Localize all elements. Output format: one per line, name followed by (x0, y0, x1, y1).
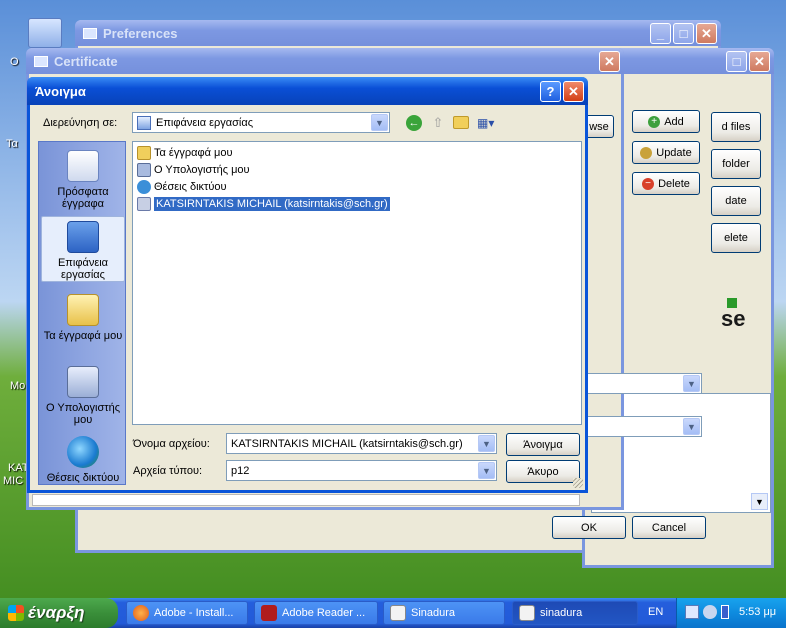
certificate-titlebar[interactable]: Certificate ✕ (26, 48, 624, 74)
close-button[interactable]: ✕ (599, 51, 620, 72)
window-icon (83, 27, 97, 39)
update-partial-button[interactable]: date (711, 186, 761, 216)
desktop-label: Mo (10, 380, 26, 392)
open-dialog-title: Άνοιγμα (35, 83, 86, 99)
list-item[interactable]: KATSIRNTAKIS MICHAIL (katsirntakis@sch.g… (137, 196, 390, 212)
place-network[interactable]: Θέσεις δικτύου (41, 432, 125, 484)
taskbar-item-sinadura[interactable]: Sinadura (383, 601, 505, 625)
logo-green-mark (727, 298, 737, 308)
close-button[interactable]: ✕ (696, 23, 717, 44)
ok-button[interactable]: OK (552, 516, 626, 539)
logo-text: se (721, 306, 746, 331)
up-folder-icon[interactable]: ⇧ (430, 115, 446, 131)
lookin-label: Διερεύνηση σε: (43, 117, 118, 129)
lookin-combo[interactable]: Επιφάνεια εργασίας ▼ (132, 112, 390, 133)
chevron-down-icon[interactable]: ▼ (683, 418, 700, 435)
folder-icon (67, 294, 99, 326)
scroll-down-arrow[interactable]: ▼ (751, 493, 768, 510)
desktop-icon-image[interactable] (28, 18, 62, 48)
list-item[interactable]: Τα έγγραφά μου (137, 145, 232, 161)
place-desktop[interactable]: Επιφάνεια εργασίας (41, 216, 125, 282)
preferences-combo-2[interactable]: ▼ (586, 416, 702, 437)
cancel-button[interactable]: Cancel (632, 516, 706, 539)
computer-icon (67, 366, 99, 398)
gear-icon (640, 146, 653, 159)
network-tray-icon[interactable] (685, 605, 699, 619)
browse-button[interactable]: wse (584, 115, 614, 138)
place-my-documents[interactable]: Τα έγγραφά μου (41, 290, 125, 342)
desktop-label: Τα (6, 138, 18, 150)
open-dialog-titlebar[interactable]: Άνοιγμα ? ✕ (27, 77, 588, 105)
desktop-icon (67, 221, 99, 253)
taskbar: έναρξη Adobe - Install... Adobe Reader .… (0, 598, 786, 628)
desktop-label: MIC (3, 475, 24, 487)
certificate-title: Certificate (54, 53, 118, 69)
taskbar-item-sinadura-active[interactable]: sinadura (512, 601, 638, 625)
sinadura-icon (390, 605, 406, 621)
chevron-down-icon[interactable]: ▼ (478, 435, 495, 452)
preferences-combo-1[interactable]: ▼ (586, 373, 702, 394)
close-button[interactable]: ✕ (749, 51, 770, 72)
window-icon (34, 55, 48, 67)
add-folder-button[interactable]: folder (711, 149, 761, 179)
places-bar: Πρόσφατα έγγραφα Επιφάνεια εργασίας Τα έ… (38, 141, 126, 485)
system-tray: 5:53 μμ (676, 598, 786, 628)
desktop-icon (137, 115, 151, 130)
taskbar-item-adobe-reader[interactable]: Adobe Reader ... (254, 601, 378, 625)
recent-documents-icon (67, 150, 99, 182)
certificate-file-icon (137, 197, 151, 211)
preferences-inner-panel (32, 494, 580, 506)
preferences-title: Preferences (103, 25, 178, 41)
filename-label: Όνομα αρχείου: (133, 438, 210, 450)
clock[interactable]: 5:53 μμ (739, 606, 776, 618)
list-item[interactable]: Ο Υπολογιστής μου (137, 162, 250, 178)
open-dialog: Άνοιγμα ? ✕ Διερεύνηση σε: Επιφάνεια εργ… (27, 77, 588, 493)
close-button[interactable]: ✕ (563, 81, 584, 102)
update-button[interactable]: Update (632, 141, 700, 164)
list-item[interactable]: Θέσεις δικτύου (137, 179, 227, 195)
firefox-icon (133, 605, 149, 621)
file-list[interactable]: Τα έγγραφά μου Ο Υπολογιστής μου Θέσεις … (132, 141, 582, 425)
desktop-label: O (10, 56, 19, 68)
view-menu-icon[interactable]: ▦▾ (477, 115, 499, 131)
place-my-computer[interactable]: Ο Υπολογιστής μου (41, 362, 125, 426)
computer-icon (137, 163, 151, 177)
sinadura-icon (519, 605, 535, 621)
start-button[interactable]: έναρξη (0, 598, 118, 628)
delete-button[interactable]: − Delete (632, 172, 700, 195)
security-tray-icon[interactable] (703, 605, 717, 619)
network-globe-icon (67, 436, 99, 468)
new-folder-icon[interactable] (453, 116, 469, 129)
windows-logo-icon (8, 605, 24, 621)
taskbar-item-firefox[interactable]: Adobe - Install... (126, 601, 248, 625)
preferences-titlebar[interactable]: Preferences _ □ ✕ (75, 20, 721, 46)
add-files-button[interactable]: d files (711, 112, 761, 142)
chevron-down-icon[interactable]: ▼ (683, 375, 700, 392)
filetype-select[interactable]: p12 ▼ (226, 460, 497, 481)
maximize-button[interactable]: □ (673, 23, 694, 44)
cancel-dialog-button[interactable]: Άκυρο (506, 460, 580, 483)
place-recent[interactable]: Πρόσφατα έγγραφα (41, 146, 125, 210)
delete-icon: − (642, 177, 655, 190)
resize-grip[interactable] (573, 478, 583, 488)
add-icon: + (648, 115, 661, 128)
chevron-down-icon[interactable]: ▼ (371, 114, 388, 131)
folder-icon (137, 146, 151, 160)
delete-partial-button[interactable]: elete (711, 223, 761, 253)
filetype-label: Αρχεία τύπου: (133, 465, 203, 477)
battery-tray-icon[interactable] (721, 605, 729, 619)
chevron-down-icon[interactable]: ▼ (478, 462, 495, 479)
help-button[interactable]: ? (540, 81, 561, 102)
network-globe-icon (137, 180, 151, 194)
language-indicator[interactable]: EN (648, 606, 663, 618)
back-icon[interactable]: ← (406, 115, 422, 131)
add-button[interactable]: + Add (632, 110, 700, 133)
minimize-button[interactable]: _ (650, 23, 671, 44)
filename-input[interactable]: KATSIRNTAKIS MICHAIL (katsirntakis@sch.g… (226, 433, 497, 454)
maximize-button[interactable]: □ (726, 51, 747, 72)
adobe-reader-icon (261, 605, 277, 621)
open-button[interactable]: Άνοιγμα (506, 433, 580, 456)
